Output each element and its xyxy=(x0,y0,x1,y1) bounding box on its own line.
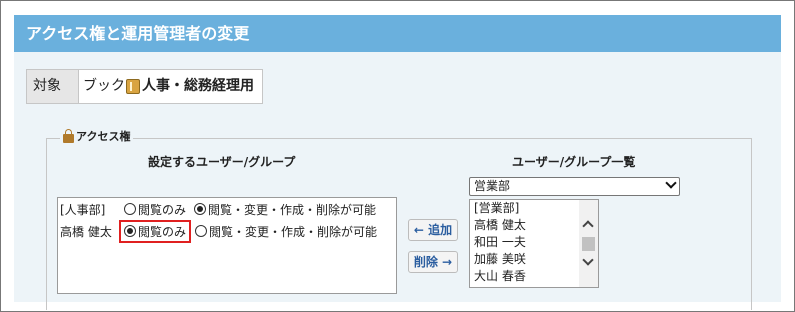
chevron-down-icon xyxy=(665,177,677,189)
group-select[interactable]: 営業部 xyxy=(469,177,680,196)
option-view-only[interactable]: 閲覧のみ xyxy=(122,201,186,218)
delete-button[interactable]: 削除 → xyxy=(408,251,458,273)
members-header: 設定するユーザー/グループ xyxy=(148,155,296,169)
member-name: 高橋 健太 xyxy=(60,224,112,239)
option-full-access-label: 閲覧・変更・作成・削除が可能 xyxy=(209,224,378,239)
user-list-header: ユーザー/グループ一覧 xyxy=(512,155,636,169)
target-info: 対象 ブック 人事・総務経理用 xyxy=(26,69,263,104)
radio-view-only[interactable] xyxy=(124,225,136,237)
member-row[interactable]: [人事部] 閲覧のみ 閲覧・変更・作成・削除が可能 xyxy=(58,198,396,220)
access-legend: アクセス権 xyxy=(60,129,134,144)
scrollbar-thumb[interactable] xyxy=(582,237,595,251)
target-prefix: ブック xyxy=(83,78,125,94)
option-view-only[interactable]: 閲覧のみ xyxy=(119,219,192,243)
lock-icon xyxy=(63,129,74,143)
target-value: ブック 人事・総務経理用 xyxy=(79,70,262,103)
page-title: アクセス権と運用管理者の変更 xyxy=(14,15,781,52)
user-list-scrollbar[interactable] xyxy=(579,200,598,287)
radio-view-only[interactable] xyxy=(124,203,136,215)
target-label: 対象 xyxy=(27,70,79,103)
member-row[interactable]: 高橋 健太 閲覧のみ 閲覧・変更・作成・削除が可能 xyxy=(58,219,396,243)
chevron-down-icon[interactable] xyxy=(582,254,594,266)
book-icon xyxy=(126,79,140,94)
add-button[interactable]: ← 追加 xyxy=(408,219,458,241)
option-view-only-label: 閲覧のみ xyxy=(138,202,187,217)
access-legend-label: アクセス権 xyxy=(76,130,131,143)
option-full-access[interactable]: 閲覧・変更・作成・削除が可能 xyxy=(192,201,376,218)
option-view-only-label: 閲覧のみ xyxy=(138,224,187,239)
member-name: [人事部] xyxy=(60,202,106,217)
group-select-value: 営業部 xyxy=(474,179,511,193)
radio-full-access[interactable] xyxy=(194,203,207,215)
target-book-name: 人事・総務経理用 xyxy=(142,78,254,94)
chevron-up-icon[interactable] xyxy=(582,220,594,232)
option-full-access-label: 閲覧・変更・作成・削除が可能 xyxy=(208,202,377,217)
option-full-access[interactable]: 閲覧・変更・作成・削除が可能 xyxy=(193,223,377,240)
members-list[interactable]: [人事部] 閲覧のみ 閲覧・変更・作成・削除が可能 高橋 健太 閲覧のみ 閲覧・… xyxy=(57,197,397,294)
radio-full-access[interactable] xyxy=(195,225,208,237)
